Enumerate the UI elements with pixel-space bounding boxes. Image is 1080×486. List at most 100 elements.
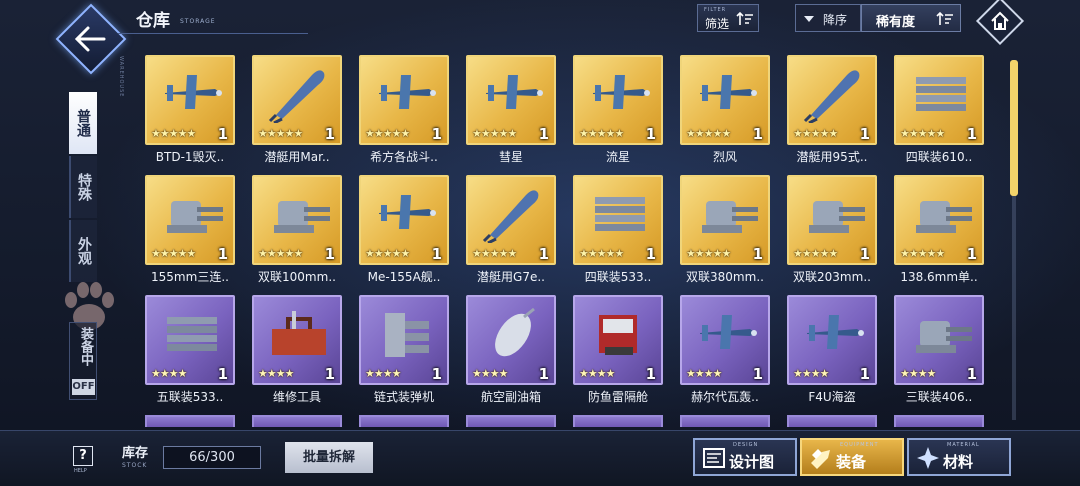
tab-special[interactable]: 特殊: [69, 156, 97, 218]
rarity-stars: ★★★★★: [793, 127, 838, 140]
rarity-stars: ★★★★★: [686, 127, 731, 140]
material-icon: [917, 447, 939, 469]
rarity-stars: ★★★★: [579, 367, 615, 380]
turret-icon: [692, 183, 762, 243]
sort-icon: [936, 11, 953, 25]
item-name: F4U海盗: [808, 390, 856, 404]
item-name: 双联203mm..: [793, 270, 871, 284]
equipment-card[interactable]: ★★★★★ 1 双联203mm..: [787, 175, 877, 290]
equipment-card[interactable]: ★★★★★ 1 155mm三连..: [145, 175, 235, 290]
equipment-icon: [811, 449, 830, 469]
equipment-tile: ★★★★★ 1: [573, 55, 663, 145]
item-count: 1: [966, 365, 977, 383]
turret-icon: [157, 183, 227, 243]
equipment-card[interactable]: ★★★★★ 1 潜艇用95式..: [787, 55, 877, 170]
nav-design-button[interactable]: DESIGN 设计图: [693, 438, 797, 476]
equipment-card[interactable]: ★★★★★ 1 四联装533..: [573, 175, 663, 290]
item-name: 潜艇用95式..: [796, 150, 868, 164]
equipment-tile: ★★★★ 1: [252, 295, 342, 385]
equipment-tile: ★★★★★ 1: [145, 175, 235, 265]
stock-count: 66/300: [163, 446, 261, 469]
item-name: 五联装533..: [156, 390, 224, 404]
rarity-stars: ★★★★: [258, 367, 294, 380]
equipment-card[interactable]: ★★★★ 1 三联装406..: [894, 295, 984, 410]
item-count: 1: [431, 245, 442, 263]
bulk-dismantle-button[interactable]: 批量拆解: [285, 442, 373, 473]
help-button[interactable]: ?: [73, 446, 93, 466]
turret-icon: [906, 303, 976, 363]
equipment-card[interactable]: ★★★★★ 1 四联装610..: [894, 55, 984, 170]
sort-rarity-button[interactable]: 稀有度: [861, 4, 961, 32]
equipment-card[interactable]: ★★★★★ 1 BTD-1毁灭..: [145, 55, 235, 170]
equipment-tile: ★★★★★ 1: [145, 55, 235, 145]
item-count: 1: [966, 125, 977, 143]
equipment-card-partial[interactable]: [894, 415, 984, 427]
loader-icon: [371, 303, 441, 363]
equipment-card-partial[interactable]: [252, 415, 342, 427]
rarity-stars: ★★★★★: [793, 247, 838, 260]
launcher-icon: [157, 303, 227, 363]
home-icon: [991, 11, 1009, 30]
nav-caption: MATERIAL: [947, 442, 980, 448]
item-name: 潜艇用G7e..: [477, 270, 545, 284]
equipment-card[interactable]: ★★★★ 1 维修工具: [252, 295, 342, 410]
equipment-card-partial[interactable]: [359, 415, 449, 427]
equipment-card[interactable]: ★★★★★ 1 双联380mm..: [680, 175, 770, 290]
item-name: Me-155A舰..: [367, 270, 441, 284]
tab-normal[interactable]: 普通: [69, 92, 97, 154]
nav-equipment-button[interactable]: EQUIPMENT 装备: [800, 438, 904, 476]
equipment-card[interactable]: ★★★★★ 1 希方各战斗..: [359, 55, 449, 170]
item-count: 1: [538, 125, 549, 143]
equipment-card[interactable]: ★★★★★ 1 流星: [573, 55, 663, 170]
filter-button[interactable]: FILTER 筛选: [697, 4, 759, 32]
equipment-card[interactable]: ★★★★★ 1 烈风: [680, 55, 770, 170]
equipment-card[interactable]: ★★★★ 1 五联装533..: [145, 295, 235, 410]
equipped-filter-toggle[interactable]: 装备中 OFF: [69, 322, 97, 400]
rarity-stars: ★★★★: [151, 367, 187, 380]
torpedo-icon: [264, 63, 334, 125]
equipment-card-partial[interactable]: [573, 415, 663, 427]
filter-caption: FILTER: [704, 7, 727, 13]
equipment-tile: ★★★★★ 1: [787, 175, 877, 265]
equipment-card[interactable]: ★★★★★ 1 潜艇用G7e..: [466, 175, 556, 290]
item-name: 彗星: [498, 150, 523, 164]
equipment-tile: ★★★★★ 1: [466, 175, 556, 265]
equipment-card[interactable]: ★★★★ 1 F4U海盗: [787, 295, 877, 410]
equipment-card[interactable]: ★★★★ 1 航空副油箱: [466, 295, 556, 410]
item-count: 1: [431, 125, 442, 143]
equipment-card[interactable]: ★★★★★ 1 彗星: [466, 55, 556, 170]
rarity-stars: ★★★★★: [579, 127, 624, 140]
plane-icon: [692, 303, 762, 363]
item-name: 四联装610..: [905, 150, 973, 164]
equipment-card-partial[interactable]: [787, 415, 877, 427]
equipment-card-partial[interactable]: [466, 415, 556, 427]
item-count: 1: [752, 125, 763, 143]
torpedo-icon: [799, 63, 869, 125]
tab-label: 外观: [76, 237, 92, 265]
equipment-card[interactable]: ★★★★★ 1 潜艇用Mar..: [252, 55, 342, 170]
nav-material-button[interactable]: MATERIAL 材料: [907, 438, 1011, 476]
plane-icon: [692, 63, 762, 123]
rarity-stars: ★★★★★: [151, 247, 196, 260]
equipment-tile: ★★★★★ 1: [466, 55, 556, 145]
item-name: 流星: [605, 150, 630, 164]
equipment-tile: ★★★★ 1: [787, 295, 877, 385]
equipment-card[interactable]: ★★★★ 1 赫尔代瓦轰..: [680, 295, 770, 410]
equipment-card[interactable]: ★★★★★ 1 双联100mm..: [252, 175, 342, 290]
rarity-stars: ★★★★★: [900, 127, 945, 140]
equipment-card[interactable]: ★★★★ 1 链式装弹机: [359, 295, 449, 410]
scrollbar-thumb[interactable]: [1010, 60, 1018, 196]
turret-icon: [264, 183, 334, 243]
equipment-card[interactable]: ★★★★ 1 防鱼雷隔舱: [573, 295, 663, 410]
help-caption: HELP: [74, 468, 87, 474]
equipment-card[interactable]: ★★★★★ 1 Me-155A舰..: [359, 175, 449, 290]
torpedo-icon: [478, 183, 548, 245]
equipment-card-partial[interactable]: [145, 415, 235, 427]
equipment-tile: ★★★★ 1: [466, 295, 556, 385]
sort-order-button[interactable]: 降序: [795, 4, 861, 32]
rarity-stars: ★★★★★: [365, 247, 410, 260]
equipment-card-partial[interactable]: [680, 415, 770, 427]
equipment-tile: ★★★★★ 1: [787, 55, 877, 145]
equipment-card[interactable]: ★★★★★ 1 138.6mm单..: [894, 175, 984, 290]
fuel-tank-icon: [478, 303, 548, 363]
